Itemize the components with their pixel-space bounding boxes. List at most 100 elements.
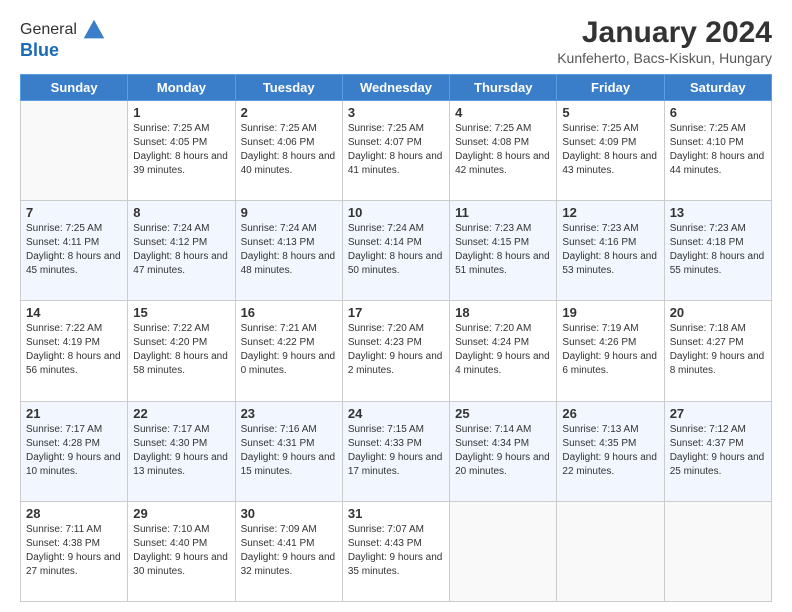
calendar-cell: 29 Sunrise: 7:10 AMSunset: 4:40 PMDayligh… [128, 501, 235, 601]
day-number: 20 [670, 305, 766, 320]
day-info: Sunrise: 7:14 AMSunset: 4:34 PMDaylight:… [455, 423, 551, 479]
calendar-cell: 15Sunrise: 7:22 AMSunset: 4:20 PMDayligh… [128, 301, 235, 401]
day-number: 2 [241, 105, 337, 120]
calendar-cell: 3 Sunrise: 7:25 AMSunset: 4:07 PMDaylight… [342, 101, 449, 201]
subtitle: Kunfeherto, Bacs-Kiskun, Hungary [557, 50, 772, 66]
calendar-cell: 5 Sunrise: 7:25 AMSunset: 4:09 PMDaylight… [557, 101, 664, 201]
calendar-header-row: SundayMondayTuesdayWednesdayThursdayFrid… [21, 75, 772, 101]
main-title: January 2024 [557, 16, 772, 50]
day-info: Sunrise: 7:21 AMSunset: 4:22 PMDaylight:… [241, 322, 337, 378]
day-number: 26 [562, 406, 658, 421]
calendar-cell: 13 Sunrise: 7:23 AMSunset: 4:18 PMDayligh… [664, 201, 771, 301]
calendar-cell: 4 Sunrise: 7:25 AMSunset: 4:08 PMDaylight… [450, 101, 557, 201]
day-info: Sunrise: 7:25 AMSunset: 4:09 PMDaylight:… [562, 122, 658, 178]
day-number: 9 [241, 205, 337, 220]
calendar-cell: 25 Sunrise: 7:14 AMSunset: 4:34 PMDayligh… [450, 401, 557, 501]
day-number: 24 [348, 406, 444, 421]
day-info: Sunrise: 7:17 AMSunset: 4:30 PMDaylight:… [133, 423, 229, 479]
calendar-cell: 1 Sunrise: 7:25 AMSunset: 4:05 PMDaylight… [128, 101, 235, 201]
logo-icon [80, 16, 108, 44]
day-info: Sunrise: 7:23 AMSunset: 4:16 PMDaylight:… [562, 222, 658, 278]
calendar-weekday-wednesday: Wednesday [342, 75, 449, 101]
day-info: Sunrise: 7:15 AMSunset: 4:33 PMDaylight:… [348, 423, 444, 479]
day-number: 18 [455, 305, 551, 320]
day-info: Sunrise: 7:18 AMSunset: 4:27 PMDaylight:… [670, 322, 766, 378]
calendar-week-3: 14 Sunrise: 7:22 AMSunset: 4:19 PMDayligh… [21, 301, 772, 401]
calendar-cell: 23 Sunrise: 7:16 AMSunset: 4:31 PMDayligh… [235, 401, 342, 501]
day-number: 4 [455, 105, 551, 120]
day-info: Sunrise: 7:23 AMSunset: 4:18 PMDaylight:… [670, 222, 766, 278]
header: General Blue January 2024 Kunfeherto, Ba… [20, 16, 772, 66]
day-number: 3 [348, 105, 444, 120]
day-info: Sunrise: 7:23 AMSunset: 4:15 PMDaylight:… [455, 222, 551, 278]
calendar-cell: 6Sunrise: 7:25 AMSunset: 4:10 PMDaylight… [664, 101, 771, 201]
calendar-cell [450, 501, 557, 601]
day-info: Sunrise: 7:25 AMSunset: 4:10 PMDaylight:… [670, 122, 766, 178]
day-info: Sunrise: 7:10 AMSunset: 4:40 PMDaylight:… [133, 523, 229, 579]
calendar-cell: 30Sunrise: 7:09 AMSunset: 4:41 PMDayligh… [235, 501, 342, 601]
calendar-cell: 27Sunrise: 7:12 AMSunset: 4:37 PMDayligh… [664, 401, 771, 501]
day-info: Sunrise: 7:25 AMSunset: 4:08 PMDaylight:… [455, 122, 551, 178]
day-info: Sunrise: 7:16 AMSunset: 4:31 PMDaylight:… [241, 423, 337, 479]
calendar-cell: 10Sunrise: 7:24 AMSunset: 4:14 PMDayligh… [342, 201, 449, 301]
day-number: 22 [133, 406, 229, 421]
calendar-cell: 24 Sunrise: 7:15 AMSunset: 4:33 PMDayligh… [342, 401, 449, 501]
calendar-week-2: 7 Sunrise: 7:25 AMSunset: 4:11 PMDaylight… [21, 201, 772, 301]
calendar-week-1: 1 Sunrise: 7:25 AMSunset: 4:05 PMDaylight… [21, 101, 772, 201]
day-info: Sunrise: 7:25 AMSunset: 4:11 PMDaylight:… [26, 222, 122, 278]
day-info: Sunrise: 7:20 AMSunset: 4:24 PMDaylight:… [455, 322, 551, 378]
calendar-weekday-sunday: Sunday [21, 75, 128, 101]
calendar-weekday-monday: Monday [128, 75, 235, 101]
day-info: Sunrise: 7:22 AMSunset: 4:20 PMDaylight:… [133, 322, 229, 378]
day-number: 21 [26, 406, 122, 421]
day-number: 8 [133, 205, 229, 220]
calendar-cell: 7 Sunrise: 7:25 AMSunset: 4:11 PMDaylight… [21, 201, 128, 301]
day-number: 25 [455, 406, 551, 421]
calendar-cell: 2 Sunrise: 7:25 AMSunset: 4:06 PMDaylight… [235, 101, 342, 201]
day-info: Sunrise: 7:25 AMSunset: 4:06 PMDaylight:… [241, 122, 337, 178]
day-info: Sunrise: 7:17 AMSunset: 4:28 PMDaylight:… [26, 423, 122, 479]
calendar-cell: 11 Sunrise: 7:23 AMSunset: 4:15 PMDayligh… [450, 201, 557, 301]
calendar-cell [557, 501, 664, 601]
day-info: Sunrise: 7:07 AMSunset: 4:43 PMDaylight:… [348, 523, 444, 579]
calendar-cell: 22 Sunrise: 7:17 AMSunset: 4:30 PMDayligh… [128, 401, 235, 501]
day-number: 30 [241, 506, 337, 521]
day-number: 29 [133, 506, 229, 521]
calendar-cell: 8 Sunrise: 7:24 AMSunset: 4:12 PMDaylight… [128, 201, 235, 301]
day-info: Sunrise: 7:24 AMSunset: 4:13 PMDaylight:… [241, 222, 337, 278]
day-number: 23 [241, 406, 337, 421]
day-info: Sunrise: 7:24 AMSunset: 4:12 PMDaylight:… [133, 222, 229, 278]
day-number: 28 [26, 506, 122, 521]
calendar-weekday-tuesday: Tuesday [235, 75, 342, 101]
day-number: 13 [670, 205, 766, 220]
day-info: Sunrise: 7:22 AMSunset: 4:19 PMDaylight:… [26, 322, 122, 378]
day-number: 19 [562, 305, 658, 320]
day-info: Sunrise: 7:25 AMSunset: 4:07 PMDaylight:… [348, 122, 444, 178]
day-number: 16 [241, 305, 337, 320]
calendar-cell [21, 101, 128, 201]
day-number: 7 [26, 205, 122, 220]
calendar-cell: 26 Sunrise: 7:13 AMSunset: 4:35 PMDayligh… [557, 401, 664, 501]
day-number: 1 [133, 105, 229, 120]
calendar-cell: 19Sunrise: 7:19 AMSunset: 4:26 PMDayligh… [557, 301, 664, 401]
calendar-cell: 20 Sunrise: 7:18 AMSunset: 4:27 PMDayligh… [664, 301, 771, 401]
calendar-cell: 16 Sunrise: 7:21 AMSunset: 4:22 PMDayligh… [235, 301, 342, 401]
day-info: Sunrise: 7:12 AMSunset: 4:37 PMDaylight:… [670, 423, 766, 479]
day-number: 14 [26, 305, 122, 320]
calendar-weekday-thursday: Thursday [450, 75, 557, 101]
page: General Blue January 2024 Kunfeherto, Ba… [0, 0, 792, 612]
calendar-cell: 21 Sunrise: 7:17 AMSunset: 4:28 PMDayligh… [21, 401, 128, 501]
calendar-cell: 18 Sunrise: 7:20 AMSunset: 4:24 PMDayligh… [450, 301, 557, 401]
calendar-cell: 9 Sunrise: 7:24 AMSunset: 4:13 PMDaylight… [235, 201, 342, 301]
calendar-cell: 17Sunrise: 7:20 AMSunset: 4:23 PMDayligh… [342, 301, 449, 401]
day-number: 10 [348, 205, 444, 220]
calendar-cell: 31Sunrise: 7:07 AMSunset: 4:43 PMDayligh… [342, 501, 449, 601]
day-info: Sunrise: 7:25 AMSunset: 4:05 PMDaylight:… [133, 122, 229, 178]
title-block: January 2024 Kunfeherto, Bacs-Kiskun, Hu… [557, 16, 772, 66]
calendar-cell: 28Sunrise: 7:11 AMSunset: 4:38 PMDayligh… [21, 501, 128, 601]
day-number: 5 [562, 105, 658, 120]
calendar-cell: 12Sunrise: 7:23 AMSunset: 4:16 PMDayligh… [557, 201, 664, 301]
calendar-weekday-friday: Friday [557, 75, 664, 101]
day-info: Sunrise: 7:13 AMSunset: 4:35 PMDaylight:… [562, 423, 658, 479]
day-number: 11 [455, 205, 551, 220]
